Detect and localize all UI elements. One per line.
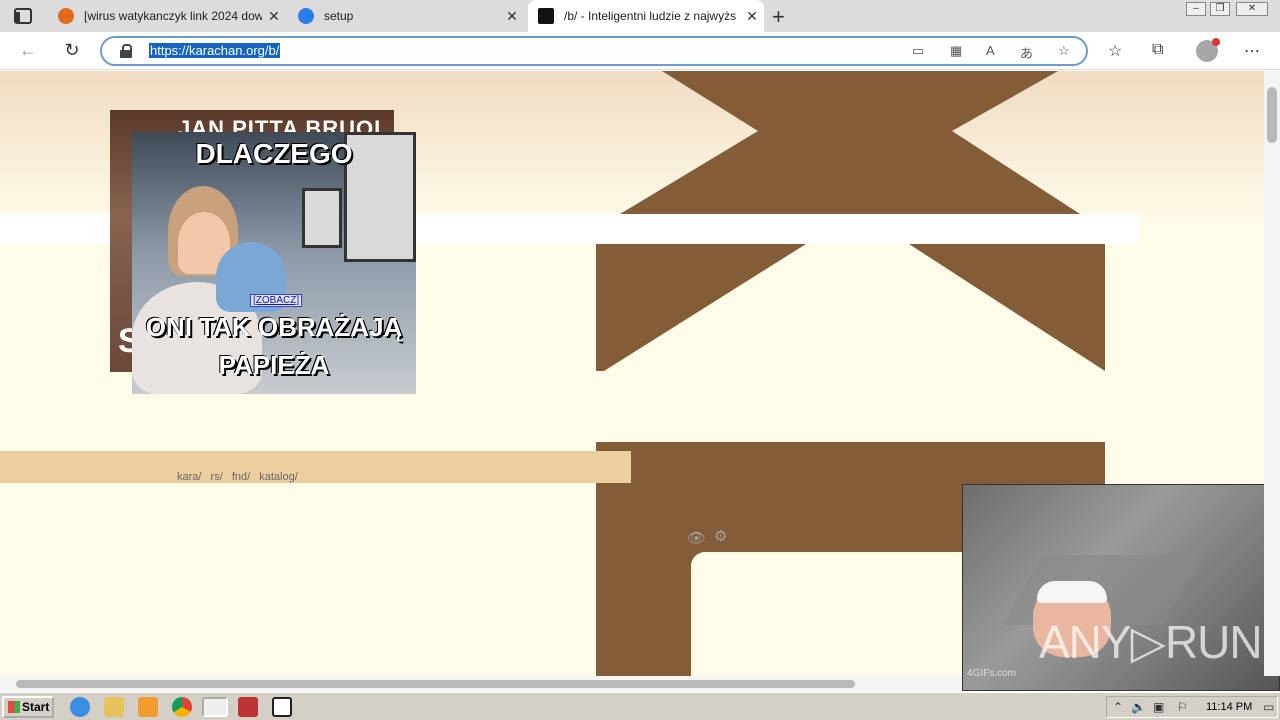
more-menu-icon[interactable]: ⋯	[1244, 41, 1260, 61]
tab-strip: [wirus watykanczyk link 2024 dow ✕ setup…	[0, 0, 1280, 32]
window-icon[interactable]	[272, 697, 292, 717]
ie-icon[interactable]	[70, 697, 90, 717]
windows-taskbar: Start ⌃ 🔈 ▣ ⚐ 11:14 PM ▭	[0, 692, 1280, 720]
white-cap-shape	[1037, 581, 1107, 603]
vertical-scrollbar[interactable]	[1264, 71, 1280, 676]
horizontal-scrollbar[interactable]	[0, 676, 962, 692]
close-tab-icon[interactable]: ✕	[740, 8, 764, 25]
favorites-icon[interactable]: ☆	[1108, 41, 1122, 61]
meme-top-caption: DLACZEGO	[195, 138, 353, 169]
show-desktop-icon[interactable]: ▭	[1263, 700, 1274, 714]
browser-toolbar: ← ↻ https://karachan.org/b/ ▭ ▦ A あ ☆ ☆ …	[0, 32, 1280, 70]
windows-flag-icon	[8, 701, 20, 713]
device-icon[interactable]: ▭	[912, 43, 924, 59]
board-nav-bar	[0, 451, 631, 483]
apps-icon[interactable]: ▦	[950, 43, 962, 59]
reload-icon[interactable]: ↻	[60, 40, 84, 61]
profile-avatar[interactable]	[1196, 38, 1220, 62]
gif-overlay[interactable]: ANY▷RUN 4GIFs.com	[962, 484, 1280, 691]
start-label: Start	[22, 700, 50, 714]
lock-icon	[120, 44, 132, 58]
edge-blue-icon	[298, 8, 314, 24]
tab-actions-icon[interactable]	[14, 8, 32, 24]
meme-bottom-caption-2: PAPIEŻA	[218, 350, 330, 380]
close-window-icon[interactable]: ✕	[1236, 2, 1268, 16]
edge-taskbar-icon[interactable]	[202, 697, 228, 717]
close-tab-icon[interactable]: ✕	[500, 8, 524, 25]
gear-icon[interactable]: ⚙	[714, 527, 727, 545]
content-divider	[596, 376, 1098, 442]
board-link-rs[interactable]: rs/	[211, 471, 223, 483]
restore-icon[interactable]: ❐	[1210, 2, 1230, 16]
gif-site-watermark: 4GIFs.com	[967, 668, 1016, 679]
meme-image-front[interactable]: DLACZEGO [ZOBACZ] ONI TAK OBRAŻAJĄ PAPIE…	[132, 132, 416, 394]
tab-title: /b/ - Inteligentni ludzie z najwyżs	[564, 9, 737, 23]
karachan-icon	[538, 8, 554, 24]
meme-bottom-caption-1: ONI TAK OBRAŻAJĄ	[145, 312, 403, 342]
read-aloud-icon[interactable]: A	[986, 43, 995, 58]
translate-icon[interactable]: あ	[1020, 43, 1033, 62]
clock[interactable]: 11:14 PM	[1206, 701, 1252, 713]
new-tab-button[interactable]: +	[772, 4, 785, 30]
flag-icon[interactable]: ⚐	[1177, 700, 1188, 714]
minimize-icon[interactable]: –	[1186, 2, 1206, 16]
folder-icon[interactable]	[104, 697, 124, 717]
board-links: kara/ rs/ fnd/ katalog/	[177, 471, 304, 483]
system-tray: ⌃ 🔈 ▣ ⚐ 11:14 PM ▭	[1106, 696, 1278, 718]
address-bar[interactable]: https://karachan.org/b/ ▭ ▦ A あ ☆	[100, 36, 1088, 66]
monitor-shape	[302, 188, 342, 248]
media-player-icon[interactable]	[138, 697, 158, 717]
zobacz-link[interactable]: [ZOBACZ]	[250, 294, 303, 307]
close-tab-icon[interactable]: ✕	[262, 8, 286, 25]
show-hidden-icon[interactable]: ⌃	[1113, 700, 1123, 714]
content-cream-block	[691, 552, 962, 676]
add-favorite-icon[interactable]: ☆	[1058, 43, 1070, 59]
url-text[interactable]: https://karachan.org/b/	[149, 43, 281, 58]
orange-app-icon	[58, 8, 74, 24]
board-link-fnd[interactable]: fnd/	[232, 471, 250, 483]
tab-wirus[interactable]: [wirus watykanczyk link 2024 dow ✕	[48, 0, 286, 32]
board-link-katalog[interactable]: katalog/	[259, 471, 298, 483]
chrome-icon[interactable]	[172, 697, 192, 717]
anyrun-watermark: ANY▷RUN	[1039, 616, 1263, 668]
network-icon[interactable]: ▣	[1153, 700, 1164, 714]
start-button[interactable]: Start	[2, 696, 54, 718]
eye-icon[interactable]: 👁	[687, 529, 706, 547]
app-grid-icon[interactable]	[238, 697, 258, 717]
collections-icon[interactable]: ⧉	[1152, 41, 1163, 59]
back-arrow-icon[interactable]: ←	[16, 40, 40, 61]
volume-icon[interactable]: 🔈	[1131, 700, 1146, 714]
tab-title: [wirus watykanczyk link 2024 dow	[84, 9, 262, 23]
tab-title: setup	[324, 9, 354, 23]
tab-karachan[interactable]: /b/ - Inteligentni ludzie z najwyżs ✕	[528, 0, 764, 32]
vertical-scroll-thumb[interactable]	[1267, 87, 1277, 143]
horizontal-scroll-thumb[interactable]	[16, 680, 855, 688]
tab-setup[interactable]: setup ✕	[288, 0, 524, 32]
board-link-kara[interactable]: kara/	[177, 471, 201, 483]
